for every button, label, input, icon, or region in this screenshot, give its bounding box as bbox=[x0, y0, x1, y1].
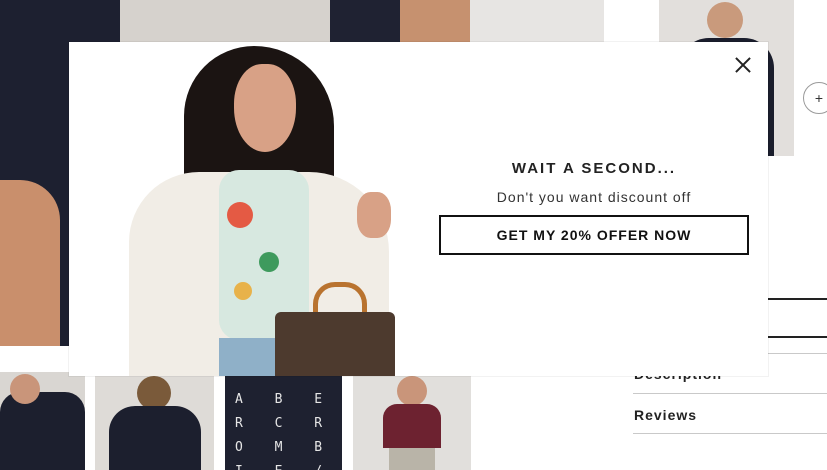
shorts-shape bbox=[389, 448, 435, 470]
print-flower bbox=[259, 252, 279, 272]
model-head bbox=[397, 376, 427, 406]
shirt-print-text: A B E R C R O M B I E / bbox=[235, 392, 335, 470]
model-image bbox=[99, 42, 429, 376]
print-flower bbox=[227, 202, 253, 228]
popup-subtitle: Don't you want discount off bbox=[496, 189, 692, 205]
divider bbox=[633, 393, 827, 394]
arm-shape bbox=[0, 180, 60, 346]
close-button[interactable] bbox=[732, 54, 754, 76]
get-offer-button[interactable]: GET MY 20% OFFER NOW bbox=[439, 215, 749, 255]
tee-shape bbox=[0, 392, 85, 470]
tee-shape bbox=[109, 406, 201, 470]
thumbnail-1[interactable] bbox=[0, 372, 85, 470]
hand-shape bbox=[357, 192, 391, 238]
divider bbox=[633, 433, 827, 434]
zoom-button[interactable]: + bbox=[803, 82, 827, 114]
model-head bbox=[707, 2, 743, 38]
thumbnail-4[interactable] bbox=[353, 372, 471, 470]
model-head bbox=[10, 374, 40, 404]
plus-icon: + bbox=[814, 90, 824, 106]
thumbnail-3[interactable]: A B E R C R O M B I E / bbox=[225, 372, 342, 470]
popup-title: WAIT A SECOND... bbox=[511, 160, 677, 177]
discount-popup: WAIT A SECOND... Don't you want discount… bbox=[69, 42, 768, 376]
model-face bbox=[234, 64, 296, 152]
handbag-shape bbox=[275, 312, 395, 376]
offer-panel: WAIT A SECOND... Don't you want discount… bbox=[439, 160, 749, 255]
thumbnail-2[interactable] bbox=[95, 372, 214, 470]
print-flower bbox=[234, 282, 252, 300]
shirt-shape bbox=[383, 404, 441, 448]
tab-reviews[interactable]: Reviews bbox=[634, 407, 697, 423]
model-head bbox=[137, 376, 171, 410]
